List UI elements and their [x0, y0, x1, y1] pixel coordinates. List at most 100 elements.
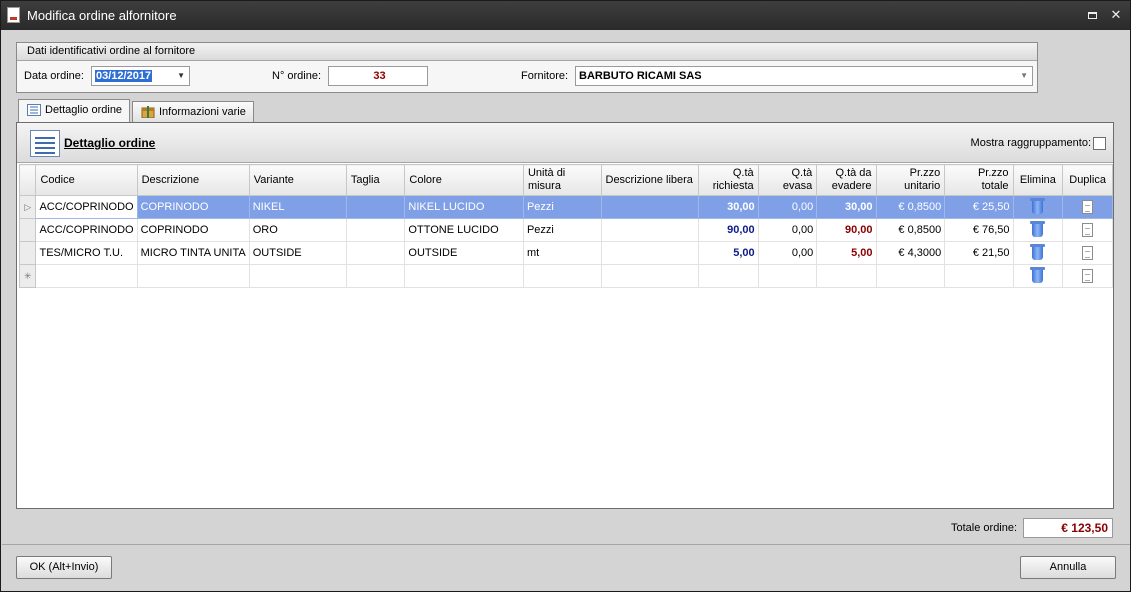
- cell-prezzo-totale[interactable]: € 25,50: [944, 195, 1014, 219]
- cell-desc-libera[interactable]: [600, 218, 700, 242]
- table-row[interactable]: TES/MICRO T.U. MICRO TINTA UNITA OUTSIDE…: [18, 241, 1113, 265]
- supplier-label: Fornitore:: [521, 70, 569, 82]
- cell-qta-da-evadere[interactable]: 30,00: [816, 195, 877, 219]
- new-cell[interactable]: [345, 264, 406, 288]
- new-cell[interactable]: [522, 264, 602, 288]
- duplicate-row-button[interactable]: [1062, 241, 1113, 265]
- cell-desc-libera[interactable]: [600, 195, 700, 219]
- tab-dettaglio-ordine[interactable]: Dettaglio ordine: [18, 99, 130, 123]
- duplicate-row-button[interactable]: [1062, 218, 1113, 242]
- panel-title: Dettaglio ordine: [64, 136, 156, 150]
- new-cell[interactable]: [136, 264, 250, 288]
- column-header[interactable]: Q.tà richiesta: [698, 164, 759, 196]
- new-cell[interactable]: [816, 264, 877, 288]
- cell-taglia[interactable]: [345, 218, 406, 242]
- cell-unita[interactable]: Pezzi: [522, 218, 602, 242]
- cell-qta-da-evadere[interactable]: 90,00: [816, 218, 877, 242]
- new-row[interactable]: ✳: [18, 264, 1113, 288]
- group-toggle-checkbox[interactable]: [1093, 137, 1106, 150]
- column-header[interactable]: Colore: [404, 164, 524, 196]
- cell-descrizione[interactable]: MICRO TINTA UNITA: [136, 241, 250, 265]
- cell-variante[interactable]: OUTSIDE: [248, 241, 347, 265]
- codice-dropdown[interactable]: ACC/COPRINODO: [35, 195, 138, 219]
- table-header-row: Codice Descrizione Variante Taglia Color…: [18, 164, 1113, 196]
- dropdown-arrow-icon[interactable]: ▼: [1020, 67, 1028, 85]
- order-date-picker[interactable]: 03/12/2017 ▼: [91, 66, 190, 86]
- delete-row-button[interactable]: [1012, 195, 1064, 219]
- new-cell[interactable]: [600, 264, 700, 288]
- column-header[interactable]: Variante: [248, 164, 347, 196]
- title-bar: Modifica ordine alfornitore ✕: [1, 1, 1130, 30]
- column-header[interactable]: Elimina: [1012, 164, 1064, 196]
- column-header[interactable]: Q.tà evasa: [757, 164, 818, 196]
- cell-qta-evasa[interactable]: 0,00: [757, 218, 818, 242]
- tab-informazioni-varie[interactable]: Informazioni varie: [132, 101, 254, 123]
- cell-qta-richiesta[interactable]: 30,00: [698, 195, 759, 219]
- cell-variante[interactable]: ORO: [248, 218, 347, 242]
- cell-prezzo-unitario[interactable]: € 0,8500: [875, 195, 946, 219]
- cell-codice[interactable]: TES/MICRO T.U.: [35, 241, 138, 265]
- window-title: Modifica ordine alfornitore: [27, 8, 177, 23]
- supplier-dropdown[interactable]: BARBUTO RICAMI SAS ▼: [575, 66, 1033, 86]
- column-header[interactable]: Taglia: [345, 164, 406, 196]
- new-cell[interactable]: [698, 264, 759, 288]
- cell-desc-libera[interactable]: [600, 241, 700, 265]
- trash-icon: [1030, 244, 1046, 260]
- column-header[interactable]: Pr.zzo unitario: [875, 164, 946, 196]
- column-header[interactable]: Descrizione libera: [600, 164, 700, 196]
- column-header[interactable]: Q.tà da evadere: [816, 164, 877, 196]
- close-button[interactable]: ✕: [1107, 6, 1125, 24]
- group-title: Dati identificativi ordine al fornitore: [17, 43, 1037, 61]
- new-cell[interactable]: [404, 264, 524, 288]
- column-header[interactable]: Unità di misura: [522, 164, 602, 196]
- cancel-button[interactable]: Annulla: [1020, 556, 1116, 579]
- supplier-value: BARBUTO RICAMI SAS: [579, 70, 702, 82]
- new-cell[interactable]: [757, 264, 818, 288]
- column-header[interactable]: Duplica: [1062, 164, 1113, 196]
- order-number-field[interactable]: 33: [328, 66, 428, 86]
- delete-row-button[interactable]: [1012, 264, 1064, 288]
- duplicate-row-button[interactable]: [1062, 264, 1113, 288]
- dropdown-arrow-icon[interactable]: ▼: [177, 67, 185, 85]
- cell-variante[interactable]: NIKEL: [248, 195, 347, 219]
- delete-row-button[interactable]: [1012, 218, 1064, 242]
- new-cell[interactable]: [35, 264, 138, 288]
- duplicate-row-button[interactable]: [1062, 195, 1113, 219]
- tab-label: Dettaglio ordine: [45, 104, 123, 116]
- cell-colore[interactable]: NIKEL LUCIDO: [404, 195, 524, 219]
- cell-qta-da-evadere[interactable]: 5,00: [816, 241, 877, 265]
- column-header[interactable]: Descrizione: [136, 164, 250, 196]
- cell-colore[interactable]: OTTONE LUCIDO: [404, 218, 524, 242]
- row-indicator-header: [18, 164, 37, 196]
- ok-button[interactable]: OK (Alt+Invio): [16, 556, 112, 579]
- cell-descrizione[interactable]: COPRINODO: [136, 218, 250, 242]
- cell-colore[interactable]: OUTSIDE: [404, 241, 524, 265]
- cell-qta-evasa[interactable]: 0,00: [757, 195, 818, 219]
- cell-prezzo-unitario[interactable]: € 0,8500: [875, 218, 946, 242]
- table-row[interactable]: ▷ ACC/COPRINODO COPRINODO NIKEL NIKEL LU…: [18, 195, 1113, 219]
- cell-qta-richiesta[interactable]: 5,00: [698, 241, 759, 265]
- delete-row-button[interactable]: [1012, 241, 1064, 265]
- cell-unita[interactable]: Pezzi: [522, 195, 602, 219]
- new-cell[interactable]: [875, 264, 946, 288]
- column-header[interactable]: Pr.zzo totale: [944, 164, 1014, 196]
- new-cell[interactable]: [944, 264, 1014, 288]
- maximize-icon: [1087, 12, 1097, 19]
- cell-qta-richiesta[interactable]: 90,00: [698, 218, 759, 242]
- tab-label: Informazioni varie: [159, 106, 246, 118]
- cell-descrizione[interactable]: COPRINODO: [136, 195, 250, 219]
- footer-divider: [2, 544, 1130, 545]
- table-row[interactable]: ACC/COPRINODO COPRINODO ORO OTTONE LUCID…: [18, 218, 1113, 242]
- cell-prezzo-unitario[interactable]: € 4,3000: [875, 241, 946, 265]
- cell-qta-evasa[interactable]: 0,00: [757, 241, 818, 265]
- cell-codice[interactable]: ACC/COPRINODO: [35, 218, 138, 242]
- cell-unita[interactable]: mt: [522, 241, 602, 265]
- cell-prezzo-totale[interactable]: € 76,50: [944, 218, 1014, 242]
- cell-taglia[interactable]: [345, 195, 406, 219]
- cell-taglia[interactable]: [345, 241, 406, 265]
- new-cell[interactable]: [248, 264, 347, 288]
- document-icon: [7, 7, 20, 23]
- maximize-button[interactable]: [1083, 6, 1101, 24]
- column-header[interactable]: Codice: [35, 164, 138, 196]
- cell-prezzo-totale[interactable]: € 21,50: [944, 241, 1014, 265]
